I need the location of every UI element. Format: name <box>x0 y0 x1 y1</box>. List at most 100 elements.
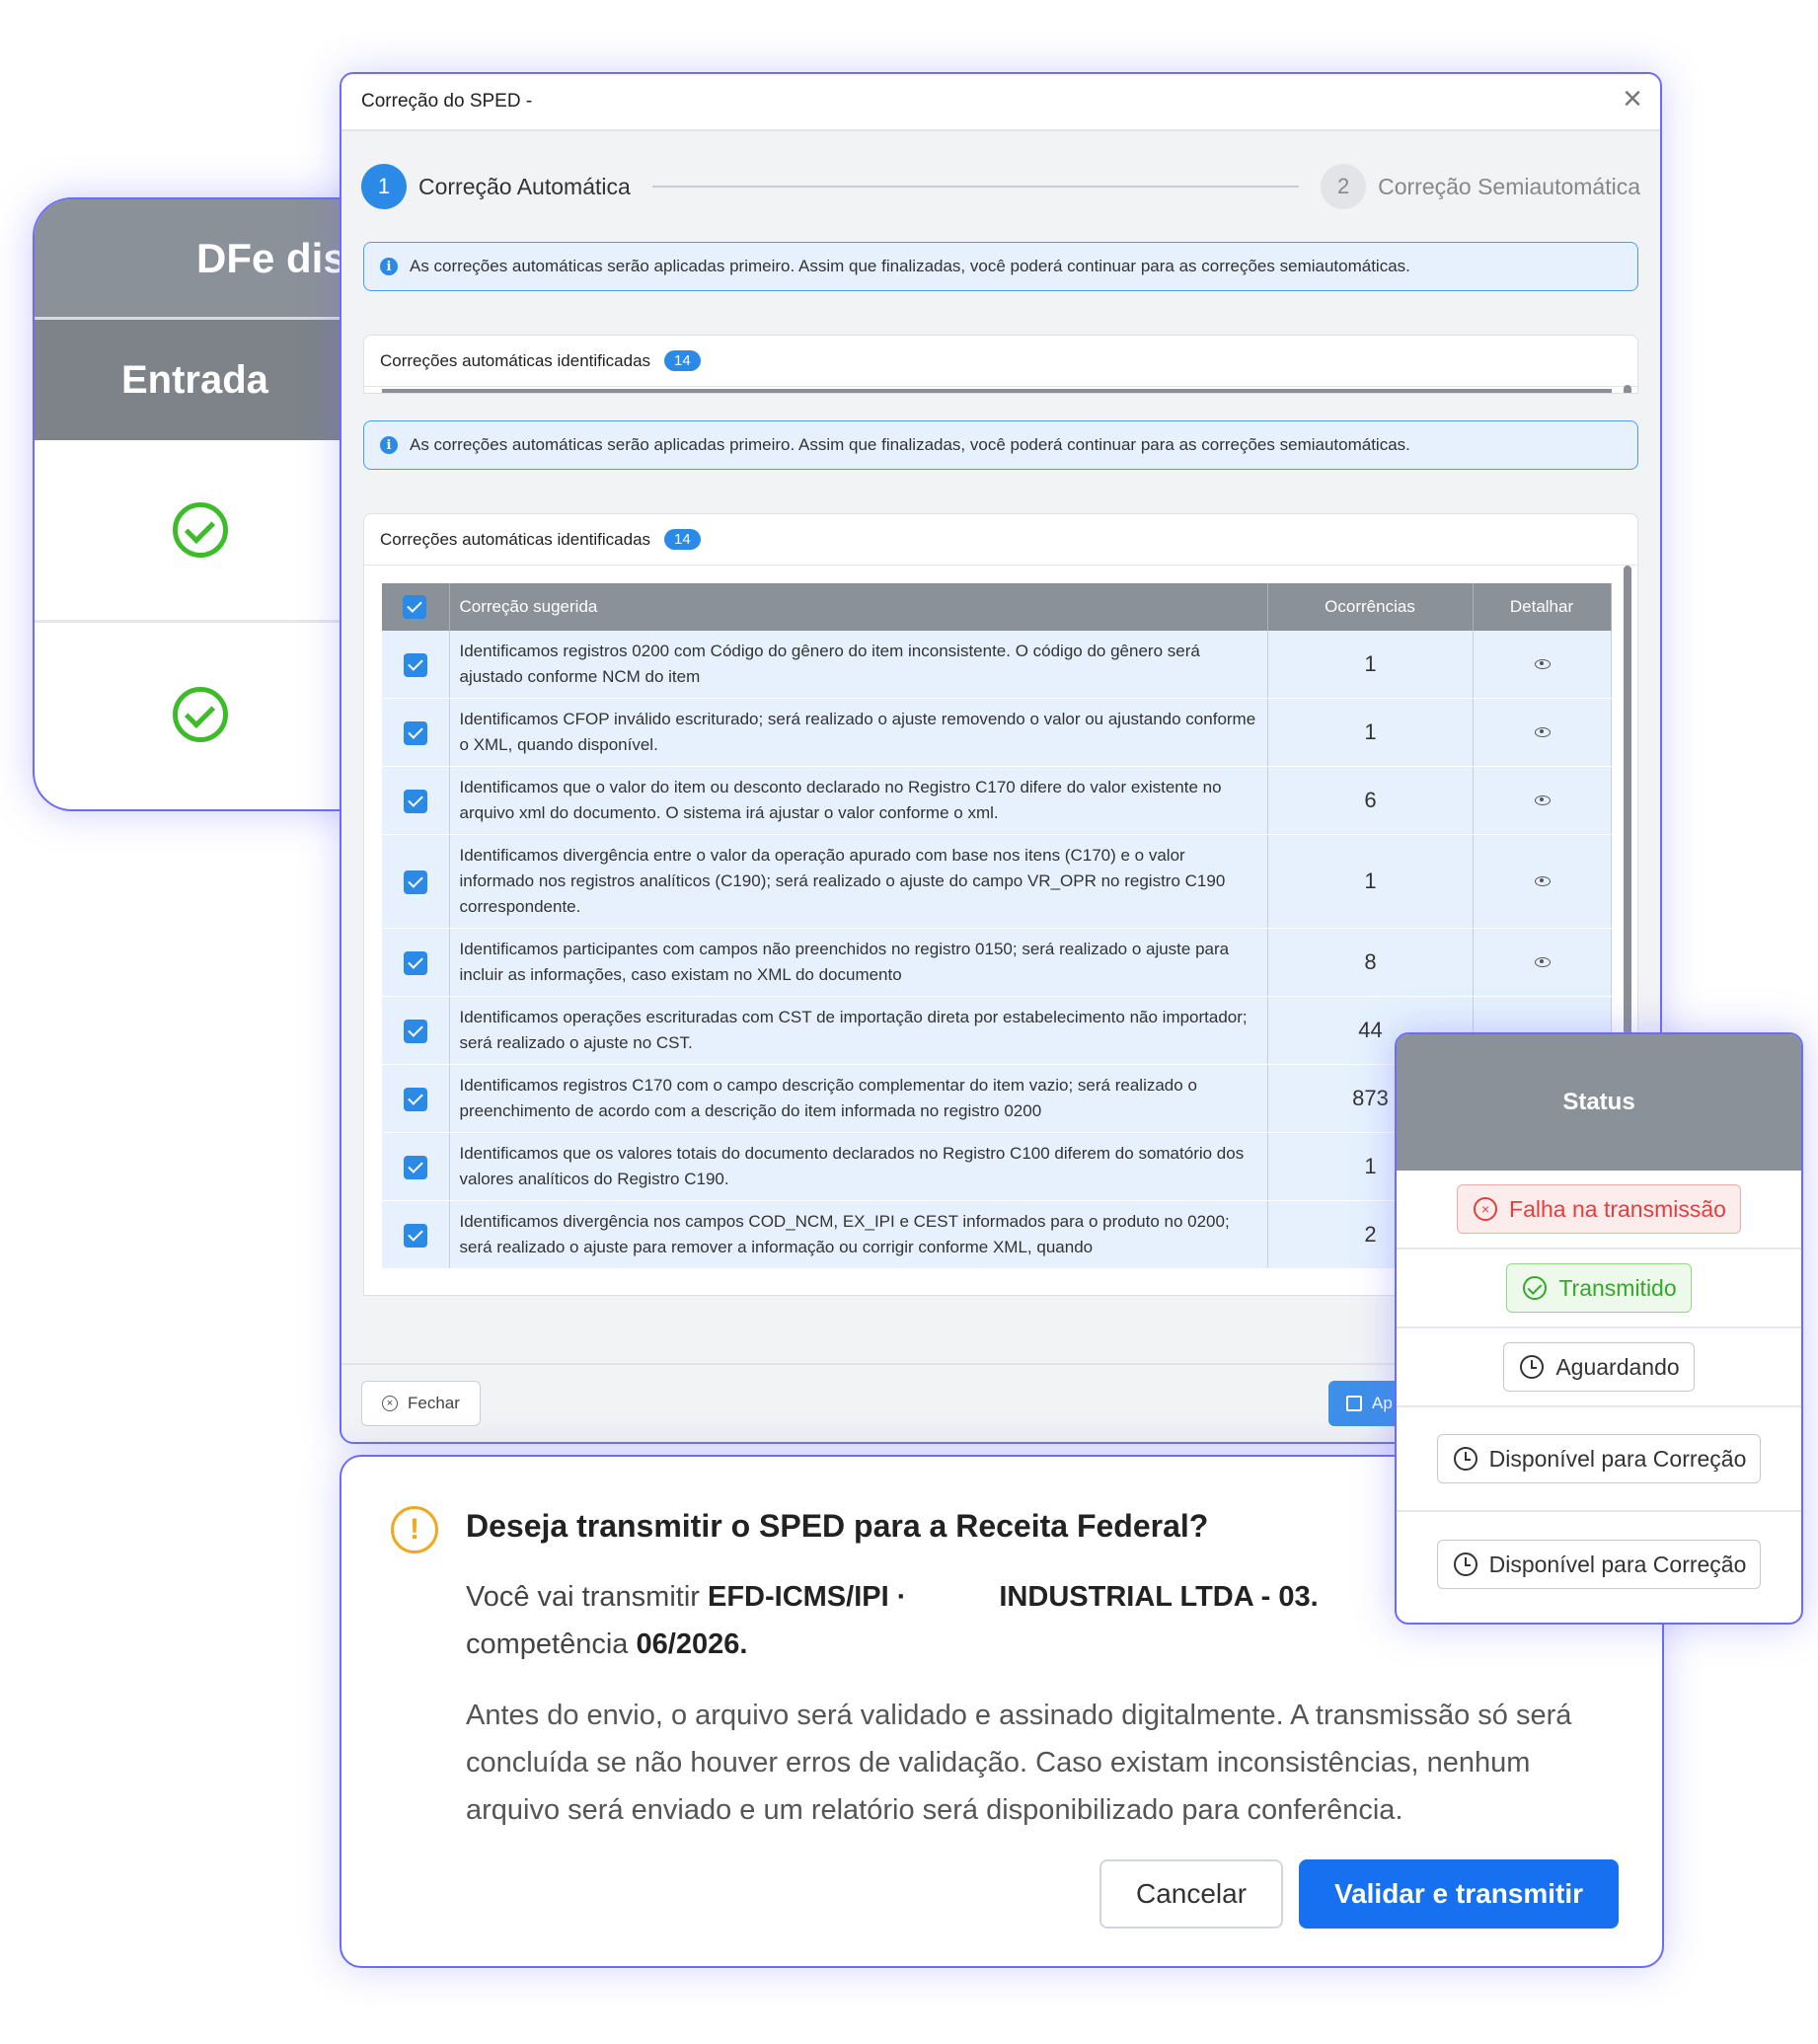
corrections-panel-collapsed: Correções automáticas identificadas 14 <box>363 335 1638 394</box>
detail-cell[interactable] <box>1473 631 1612 699</box>
row-checkbox-cell[interactable] <box>382 631 450 699</box>
table-header-strip <box>382 389 1612 393</box>
status-badge[interactable]: Aguardando <box>1503 1342 1695 1392</box>
row-checkbox-cell[interactable] <box>382 1064 450 1133</box>
occurrence-count: 6 <box>1267 766 1474 835</box>
select-all-checkbox[interactable] <box>403 595 427 619</box>
dfe-row <box>35 623 386 805</box>
table-row[interactable]: Identificamos CFOP inválido escriturado;… <box>382 698 1612 767</box>
modal-title: Correção do SPED - <box>361 91 533 112</box>
info-text: As correções automáticas serão aplicadas… <box>410 435 1410 454</box>
detail-cell[interactable] <box>1473 766 1612 835</box>
table-row[interactable]: Identificamos divergência entre o valor … <box>382 834 1612 929</box>
count-badge: 14 <box>664 529 701 550</box>
row-checkbox-cell[interactable] <box>382 1200 450 1269</box>
row-checkbox[interactable] <box>403 1223 427 1248</box>
check-circle-icon <box>1523 1276 1548 1300</box>
panel-header: Correções automáticas identificadas 14 <box>364 336 1637 387</box>
status-badge[interactable]: Disponível para Correção <box>1436 1434 1762 1483</box>
status-label: Falha na transmissão <box>1509 1195 1726 1222</box>
info-text: As correções automáticas serão aplicadas… <box>410 257 1410 275</box>
row-checkbox-cell[interactable] <box>382 766 450 835</box>
close-button-label: Fechar <box>408 1394 460 1412</box>
count-badge: 14 <box>664 350 701 371</box>
detail-cell[interactable] <box>1473 698 1612 767</box>
status-row: Transmitido <box>1397 1249 1801 1328</box>
eye-icon[interactable] <box>1534 876 1551 886</box>
step-1-label[interactable]: Correção Automática <box>418 174 631 200</box>
eye-icon[interactable] <box>1534 957 1551 967</box>
detail-cell[interactable] <box>1473 834 1612 929</box>
clock-icon <box>1453 1447 1477 1471</box>
correction-description: Identificamos registros 0200 com Código … <box>449 631 1268 699</box>
confirm-line2-prefix: competência <box>466 1628 637 1660</box>
step-1-number[interactable]: 1 <box>361 164 407 209</box>
row-checkbox[interactable] <box>403 789 427 813</box>
status-legend-card: Status × Falha na transmissão Transmitido A… <box>1395 1032 1803 1625</box>
status-badge[interactable]: Transmitido <box>1506 1263 1692 1313</box>
cancel-button[interactable]: Cancelar <box>1099 1859 1283 1929</box>
info-alert: i As correções automáticas serão aplicad… <box>363 242 1638 291</box>
validate-transmit-button[interactable]: Validar e transmitir <box>1299 1859 1619 1929</box>
confirm-title: Deseja transmitir o SPED para a Receita … <box>466 1508 1209 1544</box>
dfe-row <box>35 440 386 623</box>
close-button[interactable]: × Fechar <box>361 1381 481 1426</box>
status-label: Aguardando <box>1555 1353 1680 1380</box>
confirm-line-period: competência 06/2026. <box>466 1628 747 1661</box>
row-checkbox-cell[interactable] <box>382 834 450 929</box>
clock-icon <box>1453 1552 1477 1576</box>
detail-cell[interactable] <box>1473 928 1612 997</box>
correction-description: Identificamos operações escrituradas com… <box>449 996 1268 1065</box>
row-checkbox[interactable] <box>403 652 427 677</box>
close-icon[interactable]: × <box>1623 82 1642 115</box>
correction-description: Identificamos que o valor do item ou des… <box>449 766 1268 835</box>
status-header: Status <box>1397 1034 1801 1171</box>
table-row[interactable]: Identificamos participantes com campos n… <box>382 928 1612 997</box>
confirm-line1-prefix: Você vai transmitir <box>466 1581 708 1613</box>
eye-icon[interactable] <box>1534 795 1551 805</box>
status-badge[interactable]: Disponível para Correção <box>1436 1540 1762 1589</box>
correction-description: Identificamos registros C170 com o campo… <box>449 1064 1268 1133</box>
select-all-checkbox-cell[interactable] <box>382 583 450 631</box>
eye-icon[interactable] <box>1534 727 1551 737</box>
occurrence-count: 1 <box>1267 631 1474 699</box>
dfe-column-entrada: Entrada <box>35 320 386 440</box>
correction-description: Identificamos participantes com campos n… <box>449 928 1268 997</box>
status-badge[interactable]: × Falha na transmissão <box>1457 1184 1741 1234</box>
apply-button-label: Ap <box>1372 1394 1393 1412</box>
check-circle-icon <box>173 502 228 558</box>
confirm-line-file: Você vai transmitir EFD-ICMS/IPI · INDUST… <box>466 1581 1319 1614</box>
row-checkbox-cell[interactable] <box>382 698 450 767</box>
status-label: Disponível para Correção <box>1488 1445 1747 1472</box>
clock-icon <box>1520 1355 1545 1379</box>
row-checkbox[interactable] <box>403 1155 427 1179</box>
check-circle-icon <box>173 686 228 742</box>
status-label: Transmitido <box>1558 1274 1677 1301</box>
row-checkbox[interactable] <box>403 870 427 894</box>
scrollbar[interactable] <box>1624 385 1631 393</box>
row-checkbox[interactable] <box>403 950 427 975</box>
panel-header: Correções automáticas identificadas 14 <box>364 514 1637 566</box>
confirm-file-type: EFD-ICMS/IPI · <box>707 1581 907 1613</box>
table-row[interactable]: Identificamos registros 0200 com Código … <box>382 631 1612 699</box>
row-checkbox-cell[interactable] <box>382 996 450 1065</box>
row-checkbox-cell[interactable] <box>382 928 450 997</box>
row-checkbox-cell[interactable] <box>382 1132 450 1201</box>
row-checkbox[interactable] <box>403 720 427 745</box>
row-checkbox[interactable] <box>403 1019 427 1043</box>
dfe-card: DFe dis Entrada <box>33 197 388 811</box>
eye-icon[interactable] <box>1534 659 1551 669</box>
column-header-occurrences: Ocorrências <box>1267 583 1474 631</box>
apply-icon <box>1346 1396 1362 1411</box>
step-connector <box>651 186 1300 188</box>
modal-header: Correção do SPED - × <box>341 74 1660 131</box>
status-label: Disponível para Correção <box>1488 1551 1747 1577</box>
info-alert: i As correções automáticas serão aplicad… <box>363 420 1638 470</box>
row-checkbox[interactable] <box>403 1087 427 1111</box>
correction-description: Identificamos divergência entre o valor … <box>449 834 1268 929</box>
table-row[interactable]: Identificamos que o valor do item ou des… <box>382 766 1612 835</box>
step-2-label[interactable]: Correção Semiautomática <box>1378 174 1640 200</box>
correction-description: Identificamos que os valores totais do d… <box>449 1132 1268 1201</box>
step-2-number[interactable]: 2 <box>1321 164 1367 209</box>
x-circle-icon: × <box>1474 1197 1498 1221</box>
